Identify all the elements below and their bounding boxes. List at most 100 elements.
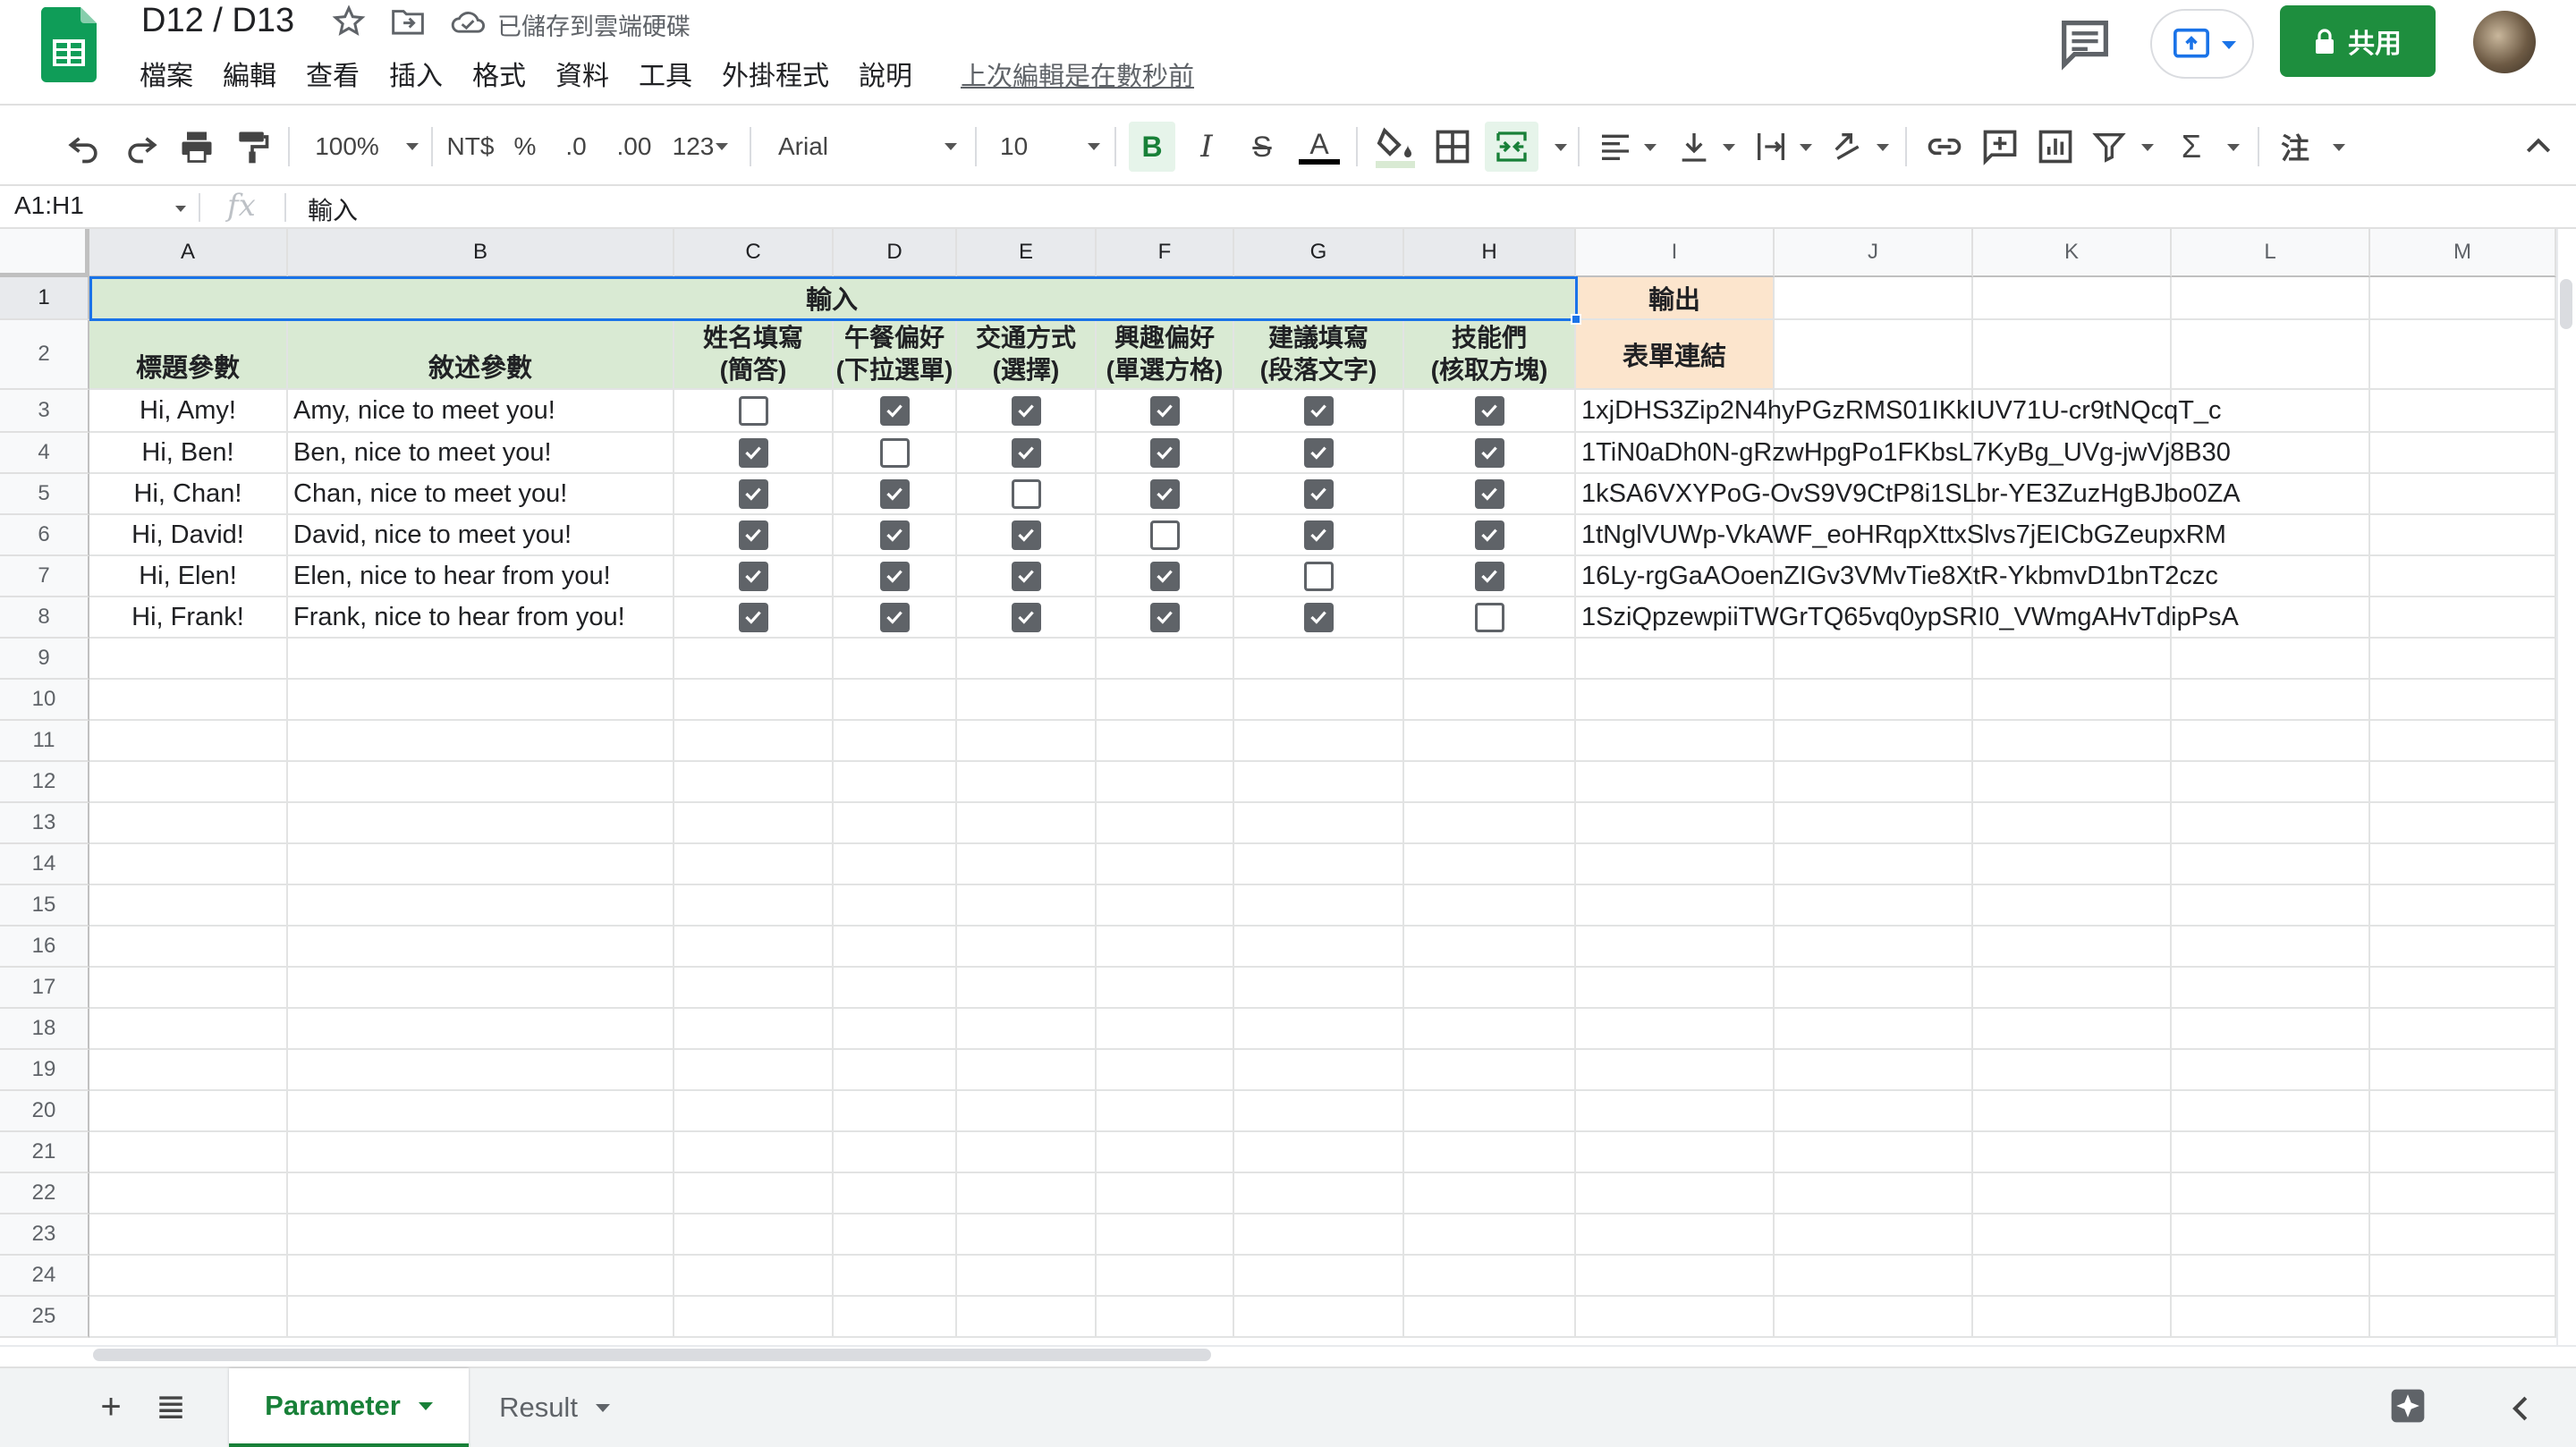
desc-cell[interactable]: Ben, nice to meet you! [288, 433, 674, 474]
cell[interactable] [1097, 762, 1234, 803]
checkbox-cell[interactable] [957, 390, 1097, 433]
input-merged-header[interactable]: 輸入 [89, 277, 1576, 320]
cell[interactable] [2370, 968, 2556, 1009]
menu-file[interactable]: 檔案 [140, 57, 208, 97]
formula-input[interactable]: 輸入 [308, 191, 358, 227]
font-family-select[interactable]: Arial [778, 122, 957, 172]
row-header[interactable]: 1 [0, 277, 89, 320]
cell[interactable] [1973, 1050, 2172, 1091]
checkbox-cell[interactable] [1404, 474, 1576, 515]
cell[interactable] [1097, 1173, 1234, 1214]
comment-history-icon[interactable] [2054, 13, 2116, 75]
checkbox-checked[interactable] [879, 520, 910, 550]
cell[interactable] [2370, 433, 2556, 474]
row-header[interactable]: 13 [0, 803, 89, 844]
cell[interactable] [834, 721, 957, 762]
cell[interactable] [288, 927, 674, 968]
title-cell[interactable]: Hi, Amy! [89, 390, 288, 433]
desc-param-header[interactable]: 敘述參數 [288, 320, 674, 390]
checkbox-cell[interactable] [674, 597, 834, 639]
row-header[interactable]: 2 [0, 320, 89, 390]
cell[interactable] [957, 1214, 1097, 1256]
cell[interactable] [834, 1297, 957, 1338]
cell[interactable] [1576, 885, 1775, 927]
cell[interactable] [1097, 639, 1234, 680]
desc-cell[interactable]: Chan, nice to meet you! [288, 474, 674, 515]
cell[interactable] [1775, 927, 1973, 968]
checkbox-cell[interactable] [1234, 515, 1404, 556]
form-link-header[interactable]: 表單連結 [1576, 320, 1775, 390]
cell[interactable] [89, 1256, 288, 1297]
cell[interactable] [674, 1256, 834, 1297]
cell[interactable] [89, 1297, 288, 1338]
link-cell[interactable]: 1SziQpzewpiiTWGrTQ65vq0ypSRI0_VWmgAHvTdi… [1576, 597, 2239, 639]
checkbox-checked[interactable] [879, 395, 910, 426]
select-all-corner[interactable] [0, 229, 89, 277]
horizontal-align-icon[interactable] [1597, 122, 1633, 172]
checkbox-cell[interactable] [834, 474, 957, 515]
cell[interactable] [89, 762, 288, 803]
cell[interactable] [957, 803, 1097, 844]
cell[interactable] [1775, 1009, 1973, 1050]
cell[interactable] [674, 1214, 834, 1256]
field-type-header[interactable]: 午餐偏好 (下拉選單) [834, 320, 957, 390]
cell[interactable] [1775, 680, 1973, 721]
checkbox-checked[interactable] [1303, 478, 1334, 509]
menu-view[interactable]: 查看 [306, 57, 374, 97]
cell[interactable] [1775, 844, 1973, 885]
checkbox-checked[interactable] [1011, 437, 1041, 468]
vertical-align-icon[interactable] [1676, 122, 1712, 172]
side-panel-toggle-icon[interactable] [2506, 1393, 2533, 1424]
cell[interactable] [1234, 1091, 1404, 1132]
column-header[interactable]: F [1097, 229, 1234, 277]
cell[interactable] [674, 1297, 834, 1338]
cell[interactable] [1775, 1132, 1973, 1173]
column-header[interactable]: E [957, 229, 1097, 277]
desc-cell[interactable]: Frank, nice to hear from you! [288, 597, 674, 639]
title-param-header[interactable]: 標題參數 [89, 320, 288, 390]
cell[interactable] [834, 1256, 957, 1297]
cell[interactable] [1576, 1256, 1775, 1297]
cell[interactable] [89, 927, 288, 968]
column-header[interactable]: D [834, 229, 957, 277]
cell[interactable] [1973, 680, 2172, 721]
cell[interactable] [834, 927, 957, 968]
cell[interactable] [2370, 721, 2556, 762]
cell[interactable] [1234, 1297, 1404, 1338]
title-cell[interactable]: Hi, David! [89, 515, 288, 556]
output-header[interactable]: 輸出 [1576, 277, 1775, 320]
field-type-header[interactable]: 興趣偏好 (單選方格) [1097, 320, 1234, 390]
cell[interactable] [1775, 1256, 1973, 1297]
vertical-scrollbar[interactable] [2556, 229, 2576, 1345]
cell[interactable] [957, 762, 1097, 803]
cell[interactable] [1234, 968, 1404, 1009]
menu-edit[interactable]: 編輯 [223, 57, 291, 97]
filter-dropdown[interactable] [2141, 144, 2154, 151]
checkbox-checked[interactable] [879, 561, 910, 591]
cell[interactable] [2172, 1009, 2370, 1050]
cell[interactable] [834, 680, 957, 721]
checkbox-checked[interactable] [738, 478, 768, 509]
cell[interactable] [957, 1132, 1097, 1173]
checkbox-checked[interactable] [1474, 395, 1504, 426]
cell[interactable] [2370, 1214, 2556, 1256]
row-header[interactable]: 10 [0, 680, 89, 721]
checkbox-cell[interactable] [674, 390, 834, 433]
cell[interactable] [1576, 1050, 1775, 1091]
cell[interactable] [1404, 1009, 1576, 1050]
insert-link-icon[interactable] [1925, 122, 1964, 172]
cell[interactable] [89, 844, 288, 885]
merge-cells-button[interactable] [1485, 122, 1538, 172]
checkbox-checked[interactable] [1474, 437, 1504, 468]
italic-button[interactable]: I [1186, 122, 1227, 172]
cell[interactable] [2172, 968, 2370, 1009]
checkbox-cell[interactable] [1404, 556, 1576, 597]
cell[interactable] [957, 1009, 1097, 1050]
cell[interactable] [674, 968, 834, 1009]
field-type-header[interactable]: 建議填寫 (段落文字) [1234, 320, 1404, 390]
cell[interactable] [2172, 885, 2370, 927]
row-header[interactable]: 4 [0, 433, 89, 474]
text-rotation-dropdown[interactable] [1877, 144, 1889, 151]
cell[interactable] [1404, 968, 1576, 1009]
cell[interactable] [2370, 639, 2556, 680]
